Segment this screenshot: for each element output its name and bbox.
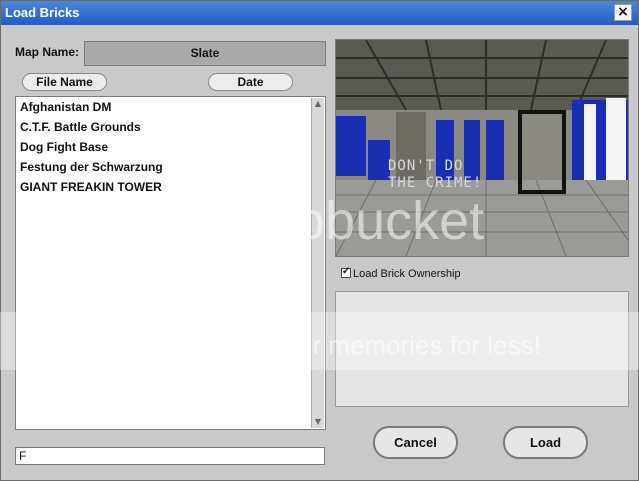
preview-line-2: THE CRIME! <box>388 175 483 191</box>
description-panel <box>335 291 629 407</box>
scroll-down-icon[interactable]: ▼ <box>312 416 324 428</box>
file-list-scrollbar[interactable]: ▲ ▼ <box>311 98 324 428</box>
sort-file-name-button[interactable]: File Name <box>22 73 107 91</box>
scroll-up-icon[interactable]: ▲ <box>312 98 324 110</box>
load-button[interactable]: Load <box>503 426 588 459</box>
preview-sign-text: DON'T DO THE CRIME! <box>388 158 482 192</box>
load-bricks-dialog: Load Bricks × Map Name: Slate File Name … <box>0 0 639 481</box>
list-item[interactable]: Afghanistan DM <box>20 100 111 114</box>
filename-input[interactable]: F <box>15 447 325 465</box>
map-preview-image: DON'T DO THE CRIME! <box>335 39 629 257</box>
title-bar[interactable]: Load Bricks × <box>1 1 638 25</box>
checkmark-icon: ✓ <box>342 266 351 277</box>
load-brick-ownership-checkbox[interactable]: ✓ <box>341 266 351 278</box>
map-name-value: Slate <box>84 41 326 66</box>
window-title: Load Bricks <box>5 5 80 20</box>
load-brick-ownership-option[interactable]: ✓ Load Brick Ownership <box>341 266 461 280</box>
load-brick-ownership-label: Load Brick Ownership <box>353 268 461 280</box>
close-button[interactable]: × <box>614 4 632 21</box>
cancel-button[interactable]: Cancel <box>373 426 458 459</box>
map-name-label: Map Name: <box>15 45 80 59</box>
preview-scene-icon <box>336 40 628 256</box>
file-list[interactable]: Afghanistan DM C.T.F. Battle Grounds Dog… <box>15 96 326 430</box>
sort-date-button[interactable]: Date <box>208 73 293 91</box>
preview-line-1: DON'T DO <box>388 158 464 174</box>
list-item[interactable]: Dog Fight Base <box>20 140 108 154</box>
list-item[interactable]: Festung der Schwarzung <box>20 160 163 174</box>
list-item[interactable]: GIANT FREAKIN TOWER <box>20 180 162 194</box>
list-item[interactable]: C.T.F. Battle Grounds <box>20 120 141 134</box>
